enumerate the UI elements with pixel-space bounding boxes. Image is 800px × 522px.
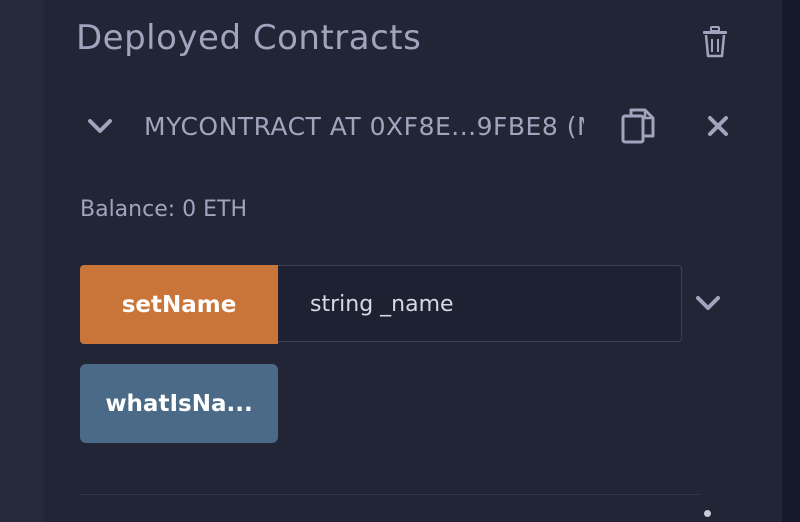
- contract-instance-row: MYCONTRACT AT 0XF8E...9FBE8 (MEMORY): [80, 100, 740, 152]
- panel-body: [44, 0, 782, 522]
- setName-button[interactable]: setName: [80, 265, 278, 344]
- chevron-down-icon[interactable]: [86, 114, 114, 138]
- left-strip: [0, 0, 44, 522]
- scroll-indicator-dot: [704, 510, 711, 517]
- copy-icon[interactable]: [620, 106, 656, 146]
- chevron-down-icon[interactable]: [694, 291, 722, 315]
- function-row-setName: setName string _name: [80, 265, 740, 345]
- trash-icon[interactable]: [700, 26, 730, 58]
- balance-label: Balance: 0 ETH: [80, 197, 248, 222]
- section-title: Deployed Contracts: [76, 18, 422, 58]
- right-edge: [782, 0, 800, 522]
- whatIsName-button[interactable]: whatIsNa...: [80, 364, 278, 443]
- deployed-contracts-panel: Deployed Contracts MYCONTRACT AT 0XF8E..…: [0, 0, 800, 522]
- contract-address-label[interactable]: MYCONTRACT AT 0XF8E...9FBE8 (MEMORY): [144, 112, 584, 141]
- close-icon[interactable]: [706, 114, 730, 138]
- divider: [80, 494, 700, 495]
- string-name-input[interactable]: string _name: [278, 265, 682, 342]
